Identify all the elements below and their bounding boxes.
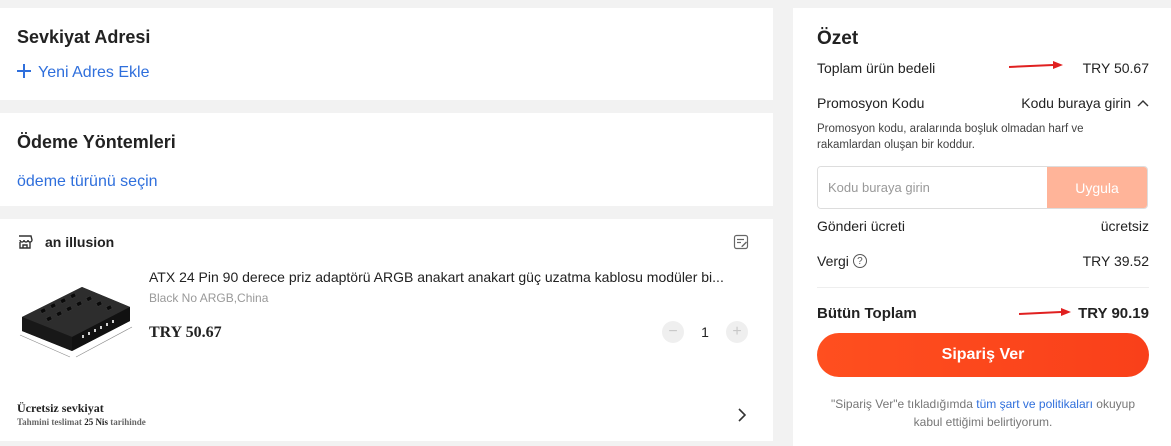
info-icon[interactable]: ? <box>852 254 867 268</box>
quantity-stepper: − 1 + <box>662 321 748 343</box>
delivery-date: 25 Nis <box>84 417 108 427</box>
plus-icon <box>17 64 31 78</box>
shipping-fee-value: ücretsiz <box>1100 218 1149 234</box>
shipping-address-title: Sevkiyat Adresi <box>17 27 151 47</box>
subtotal-label: Toplam ürün bedeli <box>817 60 936 76</box>
summary-divider <box>817 287 1149 288</box>
chevron-up-icon <box>1137 100 1149 107</box>
promo-code-row: Promosyon Kodu Kodu buraya girin <box>817 95 1149 111</box>
promo-code-label: Promosyon Kodu <box>817 95 925 111</box>
store-header[interactable]: an illusion <box>17 234 114 250</box>
add-address-link[interactable]: Yeni Adres Ekle <box>17 63 149 82</box>
annotation-arrow-icon <box>1019 308 1071 316</box>
grand-total-row: Bütün Toplam TRY 90.19 <box>817 305 1149 322</box>
terms-prefix: "Sipariş Ver"e tıkladığımda <box>830 397 977 411</box>
apply-promo-button[interactable]: Uygula <box>1047 167 1147 208</box>
grand-total-value: TRY 90.19 <box>1078 305 1149 322</box>
terms-link[interactable]: tüm şart ve politikaları <box>976 397 1093 411</box>
edit-note-icon[interactable] <box>733 234 749 250</box>
grand-total-label: Bütün Toplam <box>817 305 917 322</box>
subtotal-row: Toplam ürün bedeli TRY 50.67 <box>817 60 1149 76</box>
promo-code-form: Uygula <box>817 166 1148 209</box>
payment-methods-title: Ödeme Yöntemleri <box>17 132 176 152</box>
subtotal-value: TRY 50.67 <box>1082 60 1149 76</box>
shipping-fee-label: Gönderi ücreti <box>817 218 905 234</box>
store-icon <box>19 235 33 249</box>
product-price: TRY 50.67 <box>149 324 222 341</box>
chevron-right-icon[interactable] <box>737 408 746 422</box>
summary-title: Özet <box>817 28 859 49</box>
payment-methods-card: Ödeme Yöntemleri ödeme türünü seçin <box>0 113 773 206</box>
increase-quantity-button[interactable]: + <box>726 321 748 343</box>
place-order-button[interactable]: Sipariş Ver <box>817 333 1149 377</box>
quantity-value: 1 <box>701 324 709 340</box>
tax-row: Vergi ? TRY 39.52 <box>817 253 1149 269</box>
shipping-address-card: Sevkiyat Adresi Yeni Adres Ekle <box>0 8 773 100</box>
delivery-suffix: tarihinde <box>110 417 146 427</box>
annotation-arrow-icon <box>1009 61 1063 69</box>
shipping-fee-row: Gönderi ücreti ücretsiz <box>817 218 1149 234</box>
order-summary-card: Özet Toplam ürün bedeli TRY 50.67 Promos… <box>793 8 1171 446</box>
product-variant: Black No ARGB,China <box>149 291 269 305</box>
store-name: an illusion <box>45 234 115 250</box>
decrease-quantity-button[interactable]: − <box>662 321 684 343</box>
promo-code-toggle[interactable]: Kodu buraya girin <box>1021 95 1149 111</box>
promo-code-input[interactable] <box>818 167 1047 208</box>
tax-label: Vergi <box>817 253 849 269</box>
tax-value: TRY 39.52 <box>1082 253 1149 269</box>
select-payment-link[interactable]: ödeme türünü seçin <box>17 173 158 191</box>
terms-notice: "Sipariş Ver"e tıkladığımda tüm şart ve … <box>817 395 1149 431</box>
product-title[interactable]: ATX 24 Pin 90 derece priz adaptörü ARGB … <box>149 269 749 285</box>
add-address-label: Yeni Adres Ekle <box>38 64 150 81</box>
order-item-card: an illusion ATX 24 Pin 90 derece priz ad… <box>0 219 773 441</box>
delivery-prefix: Tahmini teslimat <box>17 417 82 427</box>
promo-toggle-label: Kodu buraya girin <box>1021 95 1131 111</box>
delivery-estimate: Tahmini teslimat 25 Nis tarihinde <box>17 417 146 427</box>
promo-help-text: Promosyon kodu, aralarında boşluk olmada… <box>817 123 1084 151</box>
free-shipping-label: Ücretsiz sevkiyat <box>17 401 104 415</box>
product-image[interactable] <box>16 265 134 369</box>
